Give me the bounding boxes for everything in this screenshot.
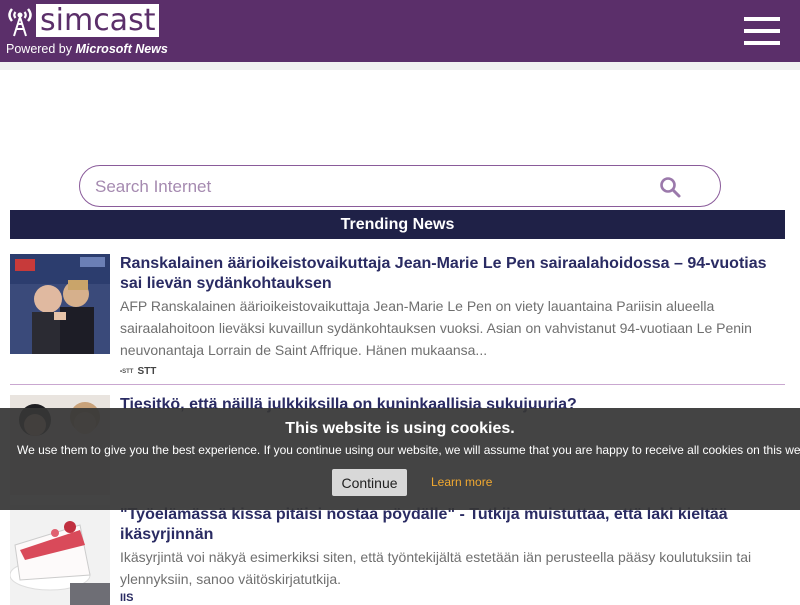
powered-by-brand: Microsoft News bbox=[75, 42, 168, 56]
site-header: simcast Powered by Microsoft News bbox=[0, 0, 800, 62]
powered-by-label: Powered by Microsoft News bbox=[6, 42, 168, 56]
logo-wordmark: simcast bbox=[36, 4, 160, 37]
simcast-logo[interactable]: simcast bbox=[6, 4, 160, 37]
news-article: "Työelämässä kissa pitäisi nostaa pöydäl… bbox=[10, 505, 785, 605]
article-title-link[interactable]: Ranskalainen äärioikeistovaikuttaja Jean… bbox=[120, 254, 785, 294]
search-icon[interactable] bbox=[658, 175, 682, 199]
article-source-name: STT bbox=[137, 366, 157, 377]
article-title-link[interactable]: "Työelämässä kissa pitäisi nostaa pöydäl… bbox=[120, 505, 785, 545]
powered-by-prefix: Powered by bbox=[6, 42, 76, 56]
learn-more-link[interactable]: Learn more bbox=[431, 475, 492, 489]
article-source: IIS bbox=[120, 592, 133, 604]
cookie-banner: This website is using cookies. We use th… bbox=[0, 408, 800, 510]
stt-logo: •STT bbox=[120, 368, 134, 375]
cookie-banner-title: This website is using cookies. bbox=[285, 420, 515, 437]
article-source-name: IIS bbox=[120, 592, 134, 604]
header-divider bbox=[0, 62, 800, 70]
cookie-banner-text: We use them to give you the best experie… bbox=[17, 443, 800, 457]
article-thumbnail[interactable] bbox=[10, 505, 110, 605]
news-article: Ranskalainen äärioikeistovaikuttaja Jean… bbox=[10, 254, 785, 384]
article-source: •STT STT bbox=[120, 366, 156, 377]
trending-news-heading: Trending News bbox=[10, 210, 785, 239]
article-description: AFP Ranskalainen äärioikeistovaikuttaja … bbox=[120, 298, 752, 358]
broadcast-tower-icon bbox=[8, 7, 32, 36]
search-bar bbox=[79, 165, 721, 207]
hamburger-menu-icon[interactable] bbox=[744, 17, 780, 47]
article-description: Ikäsyrjintä voi näkyä esimerkiksi siten,… bbox=[120, 549, 752, 587]
search-input[interactable] bbox=[95, 174, 635, 200]
article-thumbnail[interactable] bbox=[10, 254, 110, 354]
continue-button[interactable]: Continue bbox=[332, 469, 407, 496]
article-divider bbox=[10, 384, 785, 385]
